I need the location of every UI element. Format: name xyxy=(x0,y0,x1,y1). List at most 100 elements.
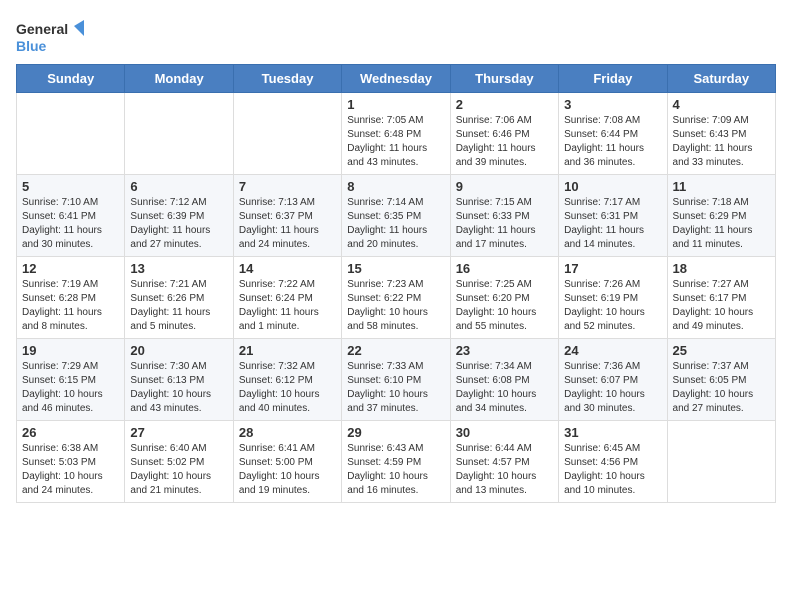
day-info: Sunrise: 7:36 AM Sunset: 6:07 PM Dayligh… xyxy=(564,360,661,416)
calendar-cell: 27 Sunrise: 6:40 AM Sunset: 5:02 PM Dayli… xyxy=(125,421,233,503)
calendar-cell xyxy=(667,421,775,503)
calendar-body: 1 Sunrise: 7:05 AM Sunset: 6:48 PM Daylig… xyxy=(17,93,776,503)
calendar-week-row: 12 Sunrise: 7:19 AM Sunset: 6:28 PM Dayli… xyxy=(17,257,776,339)
day-number: 25 xyxy=(673,343,770,358)
day-number: 1 xyxy=(347,97,444,112)
day-number: 7 xyxy=(239,179,336,194)
day-info: Sunrise: 6:43 AM Sunset: 4:59 PM Dayligh… xyxy=(347,442,444,498)
day-number: 20 xyxy=(130,343,227,358)
day-info: Sunrise: 6:41 AM Sunset: 5:00 PM Dayligh… xyxy=(239,442,336,498)
calendar-cell: 20 Sunrise: 7:30 AM Sunset: 6:13 PM Dayli… xyxy=(125,339,233,421)
day-info: Sunrise: 7:05 AM Sunset: 6:48 PM Dayligh… xyxy=(347,114,444,170)
calendar-cell: 1 Sunrise: 7:05 AM Sunset: 6:48 PM Daylig… xyxy=(342,93,450,175)
day-number: 9 xyxy=(456,179,553,194)
weekday-header: Tuesday xyxy=(233,65,341,93)
day-info: Sunrise: 7:12 AM Sunset: 6:39 PM Dayligh… xyxy=(130,196,227,252)
day-number: 22 xyxy=(347,343,444,358)
day-number: 14 xyxy=(239,261,336,276)
day-info: Sunrise: 6:40 AM Sunset: 5:02 PM Dayligh… xyxy=(130,442,227,498)
calendar-cell xyxy=(17,93,125,175)
day-info: Sunrise: 7:23 AM Sunset: 6:22 PM Dayligh… xyxy=(347,278,444,334)
calendar-cell: 9 Sunrise: 7:15 AM Sunset: 6:33 PM Daylig… xyxy=(450,175,558,257)
day-number: 3 xyxy=(564,97,661,112)
calendar-week-row: 26Sunrise: 6:38 AM Sunset: 5:03 PM Dayli… xyxy=(17,421,776,503)
calendar-cell xyxy=(233,93,341,175)
calendar-cell xyxy=(125,93,233,175)
calendar-cell: 22 Sunrise: 7:33 AM Sunset: 6:10 PM Dayli… xyxy=(342,339,450,421)
day-info: Sunrise: 7:15 AM Sunset: 6:33 PM Dayligh… xyxy=(456,196,553,252)
day-number: 21 xyxy=(239,343,336,358)
weekday-header: Wednesday xyxy=(342,65,450,93)
day-info: Sunrise: 7:09 AM Sunset: 6:43 PM Dayligh… xyxy=(673,114,770,170)
calendar-cell: 24Sunrise: 7:36 AM Sunset: 6:07 PM Dayli… xyxy=(559,339,667,421)
day-number: 10 xyxy=(564,179,661,194)
day-number: 2 xyxy=(456,97,553,112)
day-info: Sunrise: 7:25 AM Sunset: 6:20 PM Dayligh… xyxy=(456,278,553,334)
calendar-cell: 3 Sunrise: 7:08 AM Sunset: 6:44 PM Daylig… xyxy=(559,93,667,175)
day-info: Sunrise: 7:08 AM Sunset: 6:44 PM Dayligh… xyxy=(564,114,661,170)
calendar-cell: 13Sunrise: 7:21 AM Sunset: 6:26 PM Dayli… xyxy=(125,257,233,339)
day-info: Sunrise: 7:34 AM Sunset: 6:08 PM Dayligh… xyxy=(456,360,553,416)
calendar-cell: 23 Sunrise: 7:34 AM Sunset: 6:08 PM Dayli… xyxy=(450,339,558,421)
logo-icon: GeneralBlue xyxy=(16,16,86,56)
weekday-header: Sunday xyxy=(17,65,125,93)
day-number: 31 xyxy=(564,425,661,440)
calendar-table: SundayMondayTuesdayWednesdayThursdayFrid… xyxy=(16,64,776,503)
weekday-header: Saturday xyxy=(667,65,775,93)
day-number: 13 xyxy=(130,261,227,276)
weekday-header: Thursday xyxy=(450,65,558,93)
day-info: Sunrise: 7:33 AM Sunset: 6:10 PM Dayligh… xyxy=(347,360,444,416)
day-info: Sunrise: 7:30 AM Sunset: 6:13 PM Dayligh… xyxy=(130,360,227,416)
day-info: Sunrise: 6:38 AM Sunset: 5:03 PM Dayligh… xyxy=(22,442,119,498)
calendar-cell: 14 Sunrise: 7:22 AM Sunset: 6:24 PM Dayli… xyxy=(233,257,341,339)
weekday-header: Friday xyxy=(559,65,667,93)
day-info: Sunrise: 7:17 AM Sunset: 6:31 PM Dayligh… xyxy=(564,196,661,252)
calendar-cell: 16 Sunrise: 7:25 AM Sunset: 6:20 PM Dayli… xyxy=(450,257,558,339)
calendar-cell: 5 Sunrise: 7:10 AM Sunset: 6:41 PM Daylig… xyxy=(17,175,125,257)
day-info: Sunrise: 7:22 AM Sunset: 6:24 PM Dayligh… xyxy=(239,278,336,334)
day-number: 8 xyxy=(347,179,444,194)
day-number: 27 xyxy=(130,425,227,440)
day-number: 17 xyxy=(564,261,661,276)
day-number: 18 xyxy=(673,261,770,276)
day-number: 6 xyxy=(130,179,227,194)
day-info: Sunrise: 7:26 AM Sunset: 6:19 PM Dayligh… xyxy=(564,278,661,334)
calendar-cell: 2 Sunrise: 7:06 AM Sunset: 6:46 PM Daylig… xyxy=(450,93,558,175)
calendar-cell: 21 Sunrise: 7:32 AM Sunset: 6:12 PM Dayli… xyxy=(233,339,341,421)
logo: GeneralBlue xyxy=(16,16,86,56)
calendar-cell: 17 Sunrise: 7:26 AM Sunset: 6:19 PM Dayli… xyxy=(559,257,667,339)
day-info: Sunrise: 6:44 AM Sunset: 4:57 PM Dayligh… xyxy=(456,442,553,498)
calendar-cell: 18 Sunrise: 7:27 AM Sunset: 6:17 PM Dayli… xyxy=(667,257,775,339)
day-number: 12 xyxy=(22,261,119,276)
calendar-cell: 28 Sunrise: 6:41 AM Sunset: 5:00 PM Dayli… xyxy=(233,421,341,503)
day-info: Sunrise: 7:37 AM Sunset: 6:05 PM Dayligh… xyxy=(673,360,770,416)
day-number: 23 xyxy=(456,343,553,358)
day-number: 5 xyxy=(22,179,119,194)
calendar-header: SundayMondayTuesdayWednesdayThursdayFrid… xyxy=(17,65,776,93)
calendar-cell: 19Sunrise: 7:29 AM Sunset: 6:15 PM Dayli… xyxy=(17,339,125,421)
day-info: Sunrise: 6:45 AM Sunset: 4:56 PM Dayligh… xyxy=(564,442,661,498)
day-number: 28 xyxy=(239,425,336,440)
day-number: 30 xyxy=(456,425,553,440)
calendar-cell: 31 Sunrise: 6:45 AM Sunset: 4:56 PM Dayli… xyxy=(559,421,667,503)
day-info: Sunrise: 7:19 AM Sunset: 6:28 PM Dayligh… xyxy=(22,278,119,334)
calendar-cell: 10 Sunrise: 7:17 AM Sunset: 6:31 PM Dayli… xyxy=(559,175,667,257)
day-info: Sunrise: 7:27 AM Sunset: 6:17 PM Dayligh… xyxy=(673,278,770,334)
calendar-week-row: 5 Sunrise: 7:10 AM Sunset: 6:41 PM Daylig… xyxy=(17,175,776,257)
calendar-cell: 7Sunrise: 7:13 AM Sunset: 6:37 PM Daylig… xyxy=(233,175,341,257)
day-number: 15 xyxy=(347,261,444,276)
calendar-week-row: 1 Sunrise: 7:05 AM Sunset: 6:48 PM Daylig… xyxy=(17,93,776,175)
day-number: 19 xyxy=(22,343,119,358)
calendar-cell: 29Sunrise: 6:43 AM Sunset: 4:59 PM Dayli… xyxy=(342,421,450,503)
day-number: 11 xyxy=(673,179,770,194)
calendar-week-row: 19Sunrise: 7:29 AM Sunset: 6:15 PM Dayli… xyxy=(17,339,776,421)
day-number: 16 xyxy=(456,261,553,276)
day-info: Sunrise: 7:06 AM Sunset: 6:46 PM Dayligh… xyxy=(456,114,553,170)
day-info: Sunrise: 7:32 AM Sunset: 6:12 PM Dayligh… xyxy=(239,360,336,416)
day-info: Sunrise: 7:18 AM Sunset: 6:29 PM Dayligh… xyxy=(673,196,770,252)
day-info: Sunrise: 7:14 AM Sunset: 6:35 PM Dayligh… xyxy=(347,196,444,252)
svg-text:Blue: Blue xyxy=(16,38,47,54)
calendar-cell: 11 Sunrise: 7:18 AM Sunset: 6:29 PM Dayli… xyxy=(667,175,775,257)
calendar-cell: 15 Sunrise: 7:23 AM Sunset: 6:22 PM Dayli… xyxy=(342,257,450,339)
day-info: Sunrise: 7:10 AM Sunset: 6:41 PM Dayligh… xyxy=(22,196,119,252)
